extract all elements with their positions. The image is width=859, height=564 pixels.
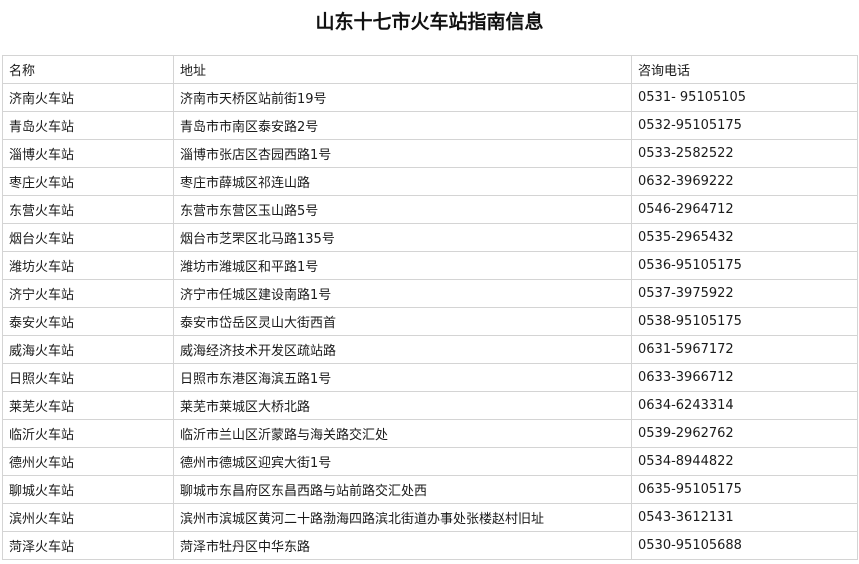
address-cell: 德州市德城区迎宾大街1号: [173, 447, 632, 476]
column-header-name: 名称: [2, 55, 174, 84]
phone-cell: 0536-95105175: [631, 251, 858, 280]
station-name-cell: 烟台火车站: [2, 223, 174, 252]
address-cell: 东营市东营区玉山路5号: [173, 195, 632, 224]
table-row: 东营火车站 东营市东营区玉山路5号 0546-2964712: [2, 195, 858, 224]
table-row: 济宁火车站 济宁市任城区建设南路1号 0537-3975922: [2, 279, 858, 308]
address-cell: 威海经济技术开发区疏站路: [173, 335, 632, 364]
address-cell: 菏泽市牡丹区中华东路: [173, 531, 632, 560]
phone-cell: 0538-95105175: [631, 307, 858, 336]
station-name-cell: 威海火车站: [2, 335, 174, 364]
station-name-cell: 淄博火车站: [2, 139, 174, 168]
phone-cell: 0532-95105175: [631, 111, 858, 140]
station-name-cell: 潍坊火车站: [2, 251, 174, 280]
phone-cell: 0537-3975922: [631, 279, 858, 308]
table-row: 烟台火车站 烟台市芝罘区北马路135号 0535-2965432: [2, 223, 858, 252]
address-cell: 临沂市兰山区沂蒙路与海关路交汇处: [173, 419, 632, 448]
address-cell: 聊城市东昌府区东昌西路与站前路交汇处西: [173, 475, 632, 504]
table-row: 德州火车站 德州市德城区迎宾大街1号 0534-8944822: [2, 447, 858, 476]
station-name-cell: 济南火车站: [2, 83, 174, 112]
station-table: 名称 地址 咨询电话 济南火车站 济南市天桥区站前街19号 0531- 951051…: [2, 55, 858, 560]
phone-cell: 0546-2964712: [631, 195, 858, 224]
table-row: 菏泽火车站 菏泽市牡丹区中华东路 0530-95105688: [2, 531, 858, 560]
table-row: 临沂火车站 临沂市兰山区沂蒙路与海关路交汇处 0539-2962762: [2, 419, 858, 448]
station-name-cell: 临沂火车站: [2, 419, 174, 448]
address-cell: 潍坊市潍城区和平路1号: [173, 251, 632, 280]
table-row: 滨州火车站 滨州市滨城区黄河二十路渤海四路滨北街道办事处张楼赵村旧址 0543-36…: [2, 503, 858, 532]
table-row: 淄博火车站 淄博市张店区杏园西路1号 0533-2582522: [2, 139, 858, 168]
address-cell: 泰安市岱岳区灵山大街西首: [173, 307, 632, 336]
station-name-cell: 菏泽火车站: [2, 531, 174, 560]
table-row: 潍坊火车站 潍坊市潍城区和平路1号 0536-95105175: [2, 251, 858, 280]
station-name-cell: 济宁火车站: [2, 279, 174, 308]
address-cell: 枣庄市薛城区祁连山路: [173, 167, 632, 196]
address-cell: 青岛市市南区泰安路2号: [173, 111, 632, 140]
phone-cell: 0634-6243314: [631, 391, 858, 420]
phone-cell: 0533-2582522: [631, 139, 858, 168]
station-name-cell: 莱芜火车站: [2, 391, 174, 420]
station-name-cell: 滨州火车站: [2, 503, 174, 532]
phone-cell: 0530-95105688: [631, 531, 858, 560]
phone-cell: 0543-3612131: [631, 503, 858, 532]
phone-cell: 0635-95105175: [631, 475, 858, 504]
page-title: 山东十七市火车站指南信息: [315, 11, 544, 33]
station-name-cell: 东营火车站: [2, 195, 174, 224]
phone-cell: 0531- 95105105: [631, 83, 858, 112]
phone-cell: 0534-8944822: [631, 447, 858, 476]
table-row: 莱芜火车站 莱芜市莱城区大桥北路 0634-6243314: [2, 391, 858, 420]
column-header-phone: 咨询电话: [631, 55, 858, 84]
table-header-row: 名称 地址 咨询电话: [2, 55, 858, 84]
phone-cell: 0632-3969222: [631, 167, 858, 196]
address-cell: 日照市东港区海滨五路1号: [173, 363, 632, 392]
table-row: 日照火车站 日照市东港区海滨五路1号 0633-3966712: [2, 363, 858, 392]
address-cell: 淄博市张店区杏园西路1号: [173, 139, 632, 168]
station-name-cell: 青岛火车站: [2, 111, 174, 140]
station-name-cell: 枣庄火车站: [2, 167, 174, 196]
address-cell: 莱芜市莱城区大桥北路: [173, 391, 632, 420]
station-name-cell: 德州火车站: [2, 447, 174, 476]
table-row: 威海火车站 威海经济技术开发区疏站路 0631-5967172: [2, 335, 858, 364]
phone-cell: 0539-2962762: [631, 419, 858, 448]
address-cell: 烟台市芝罘区北马路135号: [173, 223, 632, 252]
table-row: 青岛火车站 青岛市市南区泰安路2号 0532-95105175: [2, 111, 858, 140]
address-cell: 济宁市任城区建设南路1号: [173, 279, 632, 308]
phone-cell: 0631-5967172: [631, 335, 858, 364]
table-row: 济南火车站 济南市天桥区站前街19号 0531- 95105105: [2, 83, 858, 112]
table-row: 泰安火车站 泰安市岱岳区灵山大街西首 0538-95105175: [2, 307, 858, 336]
station-name-cell: 泰安火车站: [2, 307, 174, 336]
column-header-address: 地址: [173, 55, 632, 84]
table-row: 枣庄火车站 枣庄市薛城区祁连山路 0632-3969222: [2, 167, 858, 196]
phone-cell: 0535-2965432: [631, 223, 858, 252]
address-cell: 济南市天桥区站前街19号: [173, 83, 632, 112]
table-row: 聊城火车站 聊城市东昌府区东昌西路与站前路交汇处西 0635-95105175: [2, 475, 858, 504]
station-name-cell: 聊城火车站: [2, 475, 174, 504]
phone-cell: 0633-3966712: [631, 363, 858, 392]
address-cell: 滨州市滨城区黄河二十路渤海四路滨北街道办事处张楼赵村旧址: [173, 503, 632, 532]
station-name-cell: 日照火车站: [2, 363, 174, 392]
